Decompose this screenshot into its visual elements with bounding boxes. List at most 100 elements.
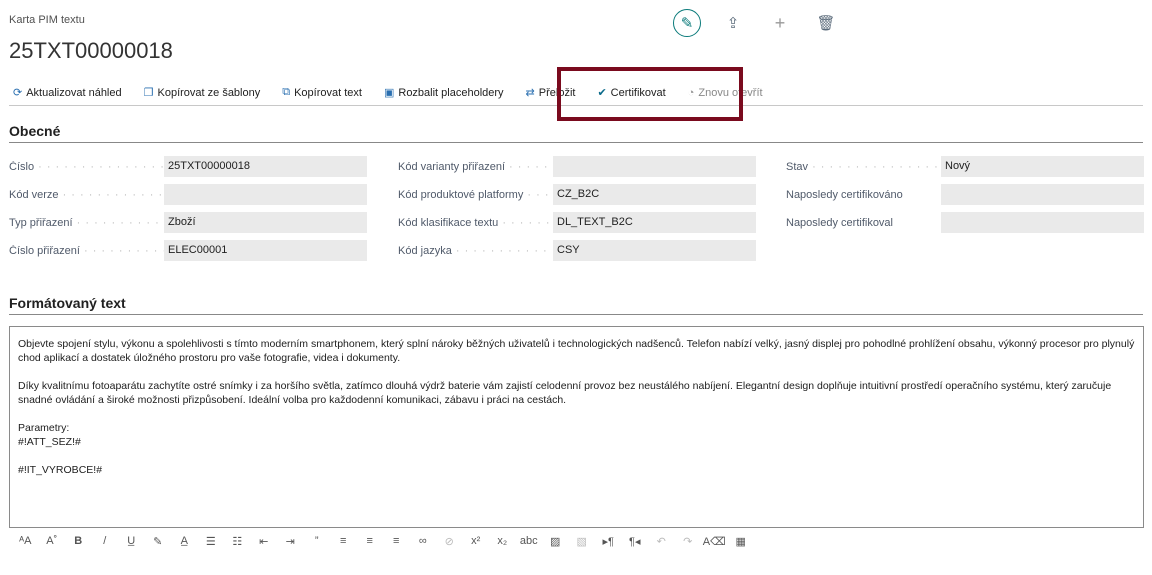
bold-icon[interactable]: B: [65, 535, 92, 547]
highlight-icon[interactable]: ✎: [145, 535, 172, 548]
field-row: Kód klasifikace textu DL_TEXT_B2C: [398, 212, 756, 233]
superscript-icon[interactable]: x²: [463, 535, 490, 547]
action-label: Rozbalit placeholdery: [398, 86, 504, 99]
align-left-icon[interactable]: ≡: [330, 535, 357, 547]
editor-toolbar: ᴬA A˚ B / U̲ ✎ A̲ ☰ ☷ ⇤ ⇥” ≡ ≡ ≡ ∞ ⊘ x² x₂ abc ▨ ▧ ▸¶ ¶◂ ↶ ↷ A⌫ ▦: [12, 532, 754, 550]
indent-icon[interactable]: ⇥: [277, 535, 304, 548]
bullet-list-icon[interactable]: ☰: [198, 535, 225, 548]
field-value[interactable]: 25TXT00000018: [164, 156, 367, 177]
field-value[interactable]: ELEC00001: [164, 240, 367, 261]
copy-text-icon: ⧉: [282, 86, 291, 98]
field-label: Kód varianty přiřazení: [398, 161, 553, 173]
field-value[interactable]: [553, 156, 756, 177]
field-label-text: Kód varianty přiřazení: [398, 160, 505, 173]
action-expand-placeholders[interactable]: ▣ Rozbalit placeholdery: [380, 81, 508, 105]
plus-icon[interactable]: +: [766, 9, 794, 37]
align-right-icon[interactable]: ≡: [383, 535, 410, 547]
text-paragraph: Díky kvalitnímu fotoaparátu zachytíte os…: [18, 380, 1112, 406]
share-icon[interactable]: ⇪: [719, 9, 747, 37]
undo-icon[interactable]: ↶: [648, 535, 675, 548]
field-row: Kód produktové platformy CZ_B2C: [398, 184, 756, 205]
field-label: Naposledy certifikováno: [786, 189, 941, 201]
copy-template-icon: ❐: [143, 87, 154, 99]
align-center-icon[interactable]: ≡: [357, 535, 384, 547]
field-row: Naposledy certifikováno: [786, 184, 1144, 205]
formatted-text-editor[interactable]: Objevte spojení stylu, výkonu a spolehli…: [9, 326, 1144, 528]
strikethrough-icon[interactable]: abc: [516, 535, 543, 547]
numbered-list-icon[interactable]: ☷: [224, 535, 251, 548]
section-general-title: Obecné: [9, 123, 1143, 143]
expand-placeholders-icon: ▣: [383, 87, 395, 99]
field-label: Číslo přiřazení: [9, 245, 164, 257]
field-label: Kód verze: [9, 189, 164, 201]
field-label-text: Kód klasifikace textu: [398, 216, 499, 229]
field-row: Stav Nový: [786, 156, 1144, 177]
table-icon[interactable]: ▦: [728, 535, 755, 548]
unlink-icon[interactable]: ⊘: [436, 535, 463, 548]
underline-icon[interactable]: U̲: [118, 535, 145, 547]
rtl-icon[interactable]: ¶◂: [622, 535, 649, 548]
link-icon[interactable]: ∞: [410, 535, 437, 547]
field-value[interactable]: DL_TEXT_B2C: [553, 212, 756, 233]
field-value[interactable]: [941, 212, 1144, 233]
italic-icon[interactable]: /: [92, 535, 119, 547]
highlight-box: [557, 67, 743, 121]
edit-icon[interactable]: ✎: [673, 9, 701, 37]
field-label-text: Stav: [786, 160, 809, 173]
font-color-icon[interactable]: A̲: [171, 535, 198, 547]
action-copy-text[interactable]: ⧉ Kopírovat text: [278, 81, 366, 105]
redo-icon[interactable]: ↷: [675, 535, 702, 548]
field-row: Naposledy certifikoval: [786, 212, 1144, 233]
action-refresh[interactable]: ⟳ Aktualizovat náhled: [9, 81, 126, 105]
text-paragraph: #!IT_VYROBCE!#: [18, 464, 103, 476]
section-formatted-title: Formátovaný text: [9, 295, 1143, 315]
font-grow-icon[interactable]: A˚: [39, 535, 66, 547]
field-row: Číslo přiřazení ELEC00001: [9, 240, 367, 261]
field-row: Kód verze: [9, 184, 367, 205]
field-value[interactable]: CSY: [553, 240, 756, 261]
translate-icon: ⇄: [525, 87, 535, 99]
field-label-text: Naposledy certifikoval: [786, 216, 893, 229]
field-label: Naposledy certifikoval: [786, 217, 941, 229]
refresh-icon: ⟳: [13, 87, 23, 99]
page-title: 25TXT00000018: [9, 38, 173, 63]
subscript-icon[interactable]: x₂: [489, 535, 516, 547]
field-row: Číslo 25TXT00000018: [9, 156, 367, 177]
field-row: Kód jazyka CSY: [398, 240, 756, 261]
field-value[interactable]: Zboží: [164, 212, 367, 233]
image-edit-icon[interactable]: ▧: [569, 535, 596, 548]
font-size-icon[interactable]: ᴬA: [12, 535, 39, 547]
field-label-text: Číslo: [9, 160, 35, 173]
delete-icon[interactable]: 🗑: [812, 9, 840, 37]
field-row: Typ přiřazení Zboží: [9, 212, 367, 233]
field-label: Číslo: [9, 161, 164, 173]
action-copy-template[interactable]: ❐ Kopírovat ze šablony: [140, 81, 265, 105]
outdent-icon[interactable]: ⇤: [251, 535, 278, 548]
field-label-text: Kód produktové platformy: [398, 188, 524, 201]
field-label: Kód produktové platformy: [398, 189, 553, 201]
field-label-text: Naposledy certifikováno: [786, 188, 903, 201]
image-icon[interactable]: ▨: [542, 535, 569, 548]
field-label: Stav: [786, 161, 941, 173]
clear-format-icon[interactable]: A⌫: [701, 535, 728, 548]
field-label: Kód klasifikace textu: [398, 217, 553, 229]
action-label: Kopírovat ze šablony: [157, 86, 261, 99]
field-label-text: Kód jazyka: [398, 244, 452, 257]
text-paragraph: Objevte spojení stylu, výkonu a spolehli…: [18, 338, 1135, 364]
ltr-icon[interactable]: ▸¶: [595, 535, 622, 548]
text-paragraph: Parametry: #!ATT_SEZ!#: [18, 422, 81, 448]
field-label: Kód jazyka: [398, 245, 553, 257]
field-value[interactable]: Nový: [941, 156, 1144, 177]
field-row: Kód varianty přiřazení: [398, 156, 756, 177]
breadcrumb: Karta PIM textu: [9, 14, 85, 26]
action-label: Aktualizovat náhled: [26, 86, 122, 99]
field-value[interactable]: CZ_B2C: [553, 184, 756, 205]
quote-icon[interactable]: ”: [304, 535, 331, 547]
action-label: Kopírovat text: [294, 86, 362, 99]
field-value[interactable]: [941, 184, 1144, 205]
field-label-text: Kód verze: [9, 188, 59, 201]
field-label-text: Číslo přiřazení: [9, 244, 80, 257]
field-label: Typ přiřazení: [9, 217, 164, 229]
field-value[interactable]: [164, 184, 367, 205]
field-label-text: Typ přiřazení: [9, 216, 73, 229]
